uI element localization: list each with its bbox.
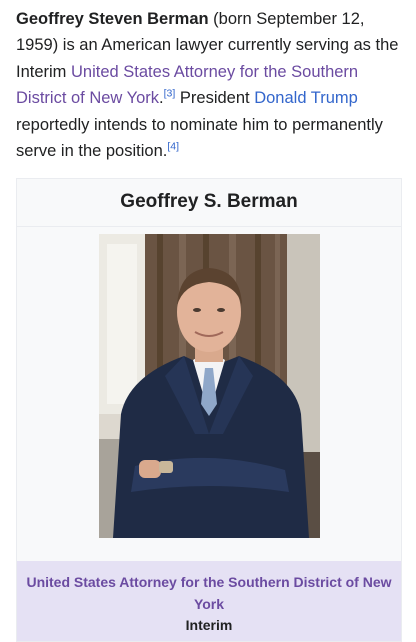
subject-name: Geoffrey Steven Berman (16, 10, 209, 28)
reference-4[interactable]: [4] (167, 141, 179, 153)
infobox-divider (17, 226, 401, 227)
intro-text-3: President (175, 89, 255, 108)
infobox: Geoffrey S. Berman United States Attorne… (16, 178, 402, 642)
article-intro-paragraph: Geoffrey Steven Berman (born September 1… (16, 6, 408, 164)
office-title-link[interactable]: United States Attorney for the Southern … (17, 571, 401, 615)
office-status: Interim (185, 617, 233, 633)
reference-3[interactable]: [3] (164, 88, 176, 100)
intro-text-4: reportedly intends to nominate him to pe… (16, 115, 383, 161)
link-donald-trump[interactable]: Donald Trump (254, 89, 358, 107)
office-row: United States Attorney for the Southern … (17, 561, 401, 641)
portrait-illustration (99, 234, 320, 538)
portrait-photo[interactable] (99, 234, 320, 538)
infobox-title: Geoffrey S. Berman (120, 191, 298, 212)
